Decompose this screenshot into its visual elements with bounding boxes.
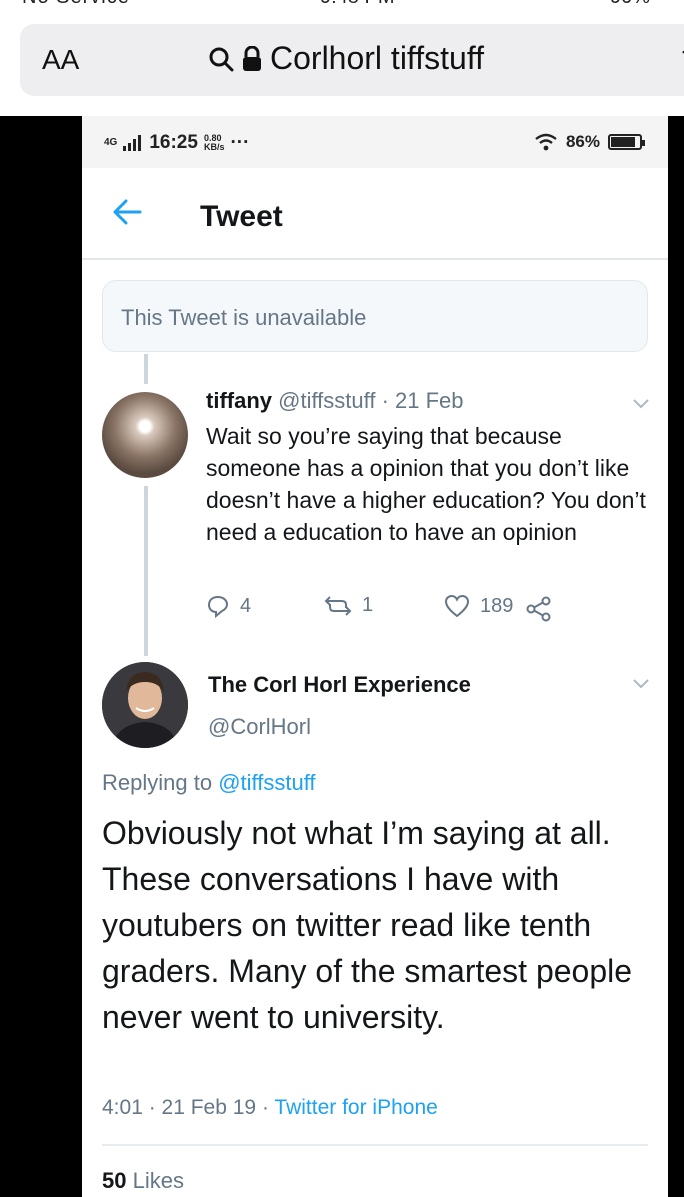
likes-label: Likes (132, 1168, 184, 1193)
author-handle[interactable]: @CorlHorl (208, 714, 311, 740)
tweet-author-line: tiffany @tiffsstuff · 21 Feb (206, 388, 464, 414)
tweet-text: Wait so you’re saying that because someo… (206, 423, 646, 545)
phone-status-bar: 4G 16:25 0.80 KB/s ··· 86% (82, 116, 668, 168)
tweet-screenshot: 4G 16:25 0.80 KB/s ··· 86% Tweet This Tw… (82, 116, 668, 1197)
battery-icon (608, 134, 645, 150)
retweet-icon (324, 595, 352, 616)
thread-line (144, 354, 148, 384)
clock: 9:48 PM (320, 0, 394, 9)
chevron-down-icon[interactable] (632, 398, 650, 410)
cell-signal-icon (123, 135, 142, 151)
avatar[interactable] (102, 392, 188, 478)
more-notifications: ··· (230, 132, 250, 153)
url-field[interactable]: Corlhorl tiffstuff (208, 40, 484, 77)
divider (102, 1144, 648, 1146)
unavailable-text: This Tweet is unavailable (121, 305, 367, 330)
retweet-count: 1 (362, 594, 374, 616)
reply-icon (207, 595, 229, 618)
replying-prefix: Replying to (102, 770, 213, 795)
wifi-icon (535, 133, 557, 151)
battery-percentage: 90% (610, 0, 650, 9)
share-icon[interactable] (526, 596, 552, 622)
address-bar[interactable]: AA Corlhorl tiffstuff ↻ (20, 24, 684, 96)
lock-icon (243, 45, 261, 71)
phone-battery-percentage: 86% (565, 132, 600, 151)
network-type: 4G (104, 137, 118, 148)
text-size-button[interactable]: AA (42, 44, 79, 76)
unavailable-tweet-notice: This Tweet is unavailable (102, 280, 648, 352)
like-button[interactable]: 189 (444, 594, 513, 618)
reply-count: 4 (240, 594, 252, 617)
likes-count: 50 (102, 1168, 127, 1193)
phone-time: 16:25 (149, 132, 198, 153)
author-name[interactable]: The Corl Horl Experience (208, 672, 471, 698)
likes-summary[interactable]: 50 Likes (102, 1168, 184, 1194)
chevron-down-icon[interactable] (632, 678, 650, 690)
thread-line (144, 486, 148, 656)
back-arrow-icon[interactable] (112, 198, 142, 226)
browser-chrome: No Service 9:48 PM 90% AA Corlhorl tiffs… (0, 0, 684, 116)
author-name[interactable]: tiffany (206, 388, 272, 413)
profile-photo (102, 662, 188, 748)
reply-button[interactable]: 4 (206, 594, 251, 618)
mention-link[interactable]: @tiffsstuff (218, 770, 315, 795)
author-handle-date: @tiffsstuff · 21 Feb (278, 388, 464, 413)
heart-icon (444, 594, 470, 618)
replying-to: Replying to @tiffsstuff (102, 770, 316, 796)
carrier-status: No Service (22, 0, 130, 9)
page-title: Tweet (200, 200, 283, 233)
tweet-time-date: 4:01 · 21 Feb 19 · (102, 1096, 269, 1119)
url-text: Corlhorl tiffstuff (270, 40, 485, 76)
tweet-text: Obviously not what I’m saying at all. Th… (102, 815, 633, 1035)
reload-icon[interactable]: ↻ (681, 44, 684, 77)
retweet-button[interactable]: 1 (324, 594, 373, 617)
tweet-header: Tweet (82, 168, 668, 260)
tweet-timestamp: 4:01 · 21 Feb 19 · Twitter for iPhone (102, 1096, 438, 1120)
ios-status-bar: No Service 9:48 PM 90% (0, 0, 684, 9)
search-icon (209, 47, 234, 71)
network-speed-unit: KB/s (203, 142, 225, 152)
avatar[interactable] (102, 662, 188, 748)
tweet-actions: 4 1 189 (206, 594, 606, 624)
tweet-source-link[interactable]: Twitter for iPhone (274, 1096, 437, 1119)
like-count: 189 (480, 594, 514, 617)
